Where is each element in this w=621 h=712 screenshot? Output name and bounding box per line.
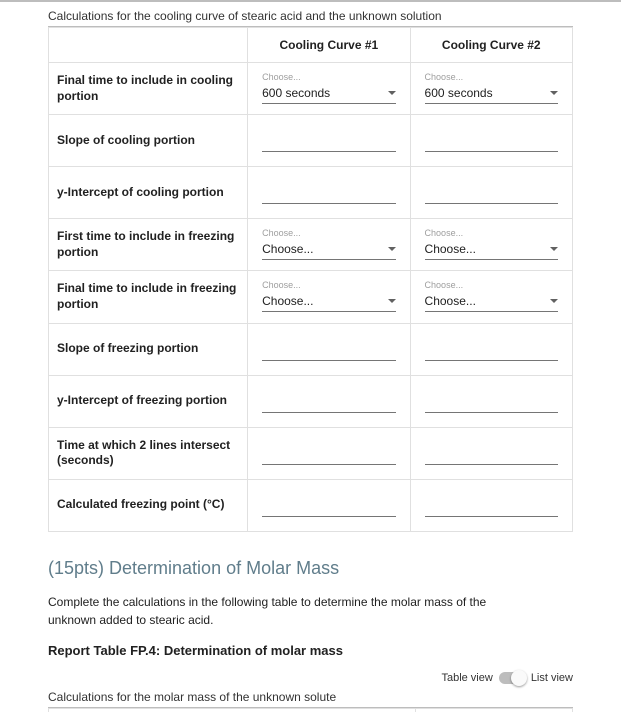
chevron-down-icon	[388, 247, 396, 251]
report-table-heading: Report Table FP.4: Determination of mola…	[48, 643, 573, 658]
header-curve-1: Cooling Curve #1	[248, 28, 410, 63]
freezing-point-c2-input[interactable]	[425, 498, 558, 517]
final-time-cooling-c1-select[interactable]: 600 seconds	[262, 84, 395, 104]
row-label: Slope of freezing portion	[49, 323, 248, 375]
first-time-freezing-c1-select[interactable]: Choose...	[262, 240, 395, 260]
row-label: Time at which 2 lines intersect (seconds…	[49, 427, 248, 479]
table2-header-empty	[49, 708, 416, 712]
table-row: Slope of freezing portion	[49, 323, 573, 375]
select-value: Choose...	[262, 294, 313, 308]
choose-label: Choose...	[262, 281, 395, 290]
table1-caption: Calculations for the cooling curve of st…	[48, 7, 573, 27]
final-time-cooling-c2-select[interactable]: 600 seconds	[425, 84, 558, 104]
table2-caption: Calculations for the molar mass of the u…	[48, 688, 573, 708]
section-title: (15pts) Determination of Molar Mass	[48, 558, 573, 579]
final-time-freezing-c1-select[interactable]: Choose...	[262, 292, 395, 312]
row-label: Final time to include in freezing portio…	[49, 271, 248, 323]
yint-cooling-c2-input[interactable]	[425, 185, 558, 204]
chevron-down-icon	[550, 299, 558, 303]
table-row: Final time to include in cooling portion…	[49, 63, 573, 115]
select-value: 600 seconds	[262, 86, 330, 100]
table-row: Final time to include in freezing portio…	[49, 271, 573, 323]
table-row: Slope of cooling portion	[49, 115, 573, 167]
table-row: Time at which 2 lines intersect (seconds…	[49, 427, 573, 479]
slope-cooling-c1-input[interactable]	[262, 133, 395, 152]
select-value: Choose...	[425, 294, 476, 308]
yint-freezing-c2-input[interactable]	[425, 394, 558, 413]
instruction-paragraph: Complete the calculations in the followi…	[48, 593, 518, 629]
select-value: Choose...	[425, 242, 476, 256]
chevron-down-icon	[388, 299, 396, 303]
toggle-knob	[511, 670, 527, 686]
yint-cooling-c1-input[interactable]	[262, 185, 395, 204]
header-empty	[49, 28, 248, 63]
header-curve-2: Cooling Curve #2	[410, 28, 572, 63]
table-view-label: Table view	[441, 672, 492, 684]
table-row: First time to include in freezing portio…	[49, 219, 573, 271]
row-label: Slope of cooling portion	[49, 115, 248, 167]
table-row: y-Intercept of freezing portion	[49, 375, 573, 427]
row-label: Calculated freezing point (°C)	[49, 479, 248, 531]
freezing-point-c1-input[interactable]	[262, 498, 395, 517]
yint-freezing-c1-input[interactable]	[262, 394, 395, 413]
table-row: Calculated freezing point (°C)	[49, 479, 573, 531]
select-value: 600 seconds	[425, 86, 493, 100]
final-time-freezing-c2-select[interactable]: Choose...	[425, 292, 558, 312]
choose-label: Choose...	[425, 73, 558, 82]
choose-label: Choose...	[262, 73, 395, 82]
choose-label: Choose...	[425, 229, 558, 238]
first-time-freezing-c2-select[interactable]: Choose...	[425, 240, 558, 260]
row-label: First time to include in freezing portio…	[49, 219, 248, 271]
chevron-down-icon	[550, 91, 558, 95]
slope-freezing-c2-input[interactable]	[425, 342, 558, 361]
row-label: Final time to include in cooling portion	[49, 63, 248, 115]
choose-label: Choose...	[425, 281, 558, 290]
chevron-down-icon	[388, 91, 396, 95]
choose-label: Choose...	[262, 229, 395, 238]
slope-freezing-c1-input[interactable]	[262, 342, 395, 361]
table2-header-result: Result	[415, 708, 572, 712]
view-toggle-row: Table view List view	[48, 672, 573, 684]
list-view-label: List view	[531, 672, 573, 684]
select-value: Choose...	[262, 242, 313, 256]
molar-mass-table: Result	[48, 708, 573, 712]
chevron-down-icon	[550, 247, 558, 251]
intersect-time-c2-input[interactable]	[425, 446, 558, 465]
view-toggle[interactable]	[499, 672, 525, 684]
intersect-time-c1-input[interactable]	[262, 446, 395, 465]
row-label: y-Intercept of cooling portion	[49, 167, 248, 219]
slope-cooling-c2-input[interactable]	[425, 133, 558, 152]
cooling-curve-table: Cooling Curve #1 Cooling Curve #2 Final …	[48, 27, 573, 532]
table-row: y-Intercept of cooling portion	[49, 167, 573, 219]
row-label: y-Intercept of freezing portion	[49, 375, 248, 427]
